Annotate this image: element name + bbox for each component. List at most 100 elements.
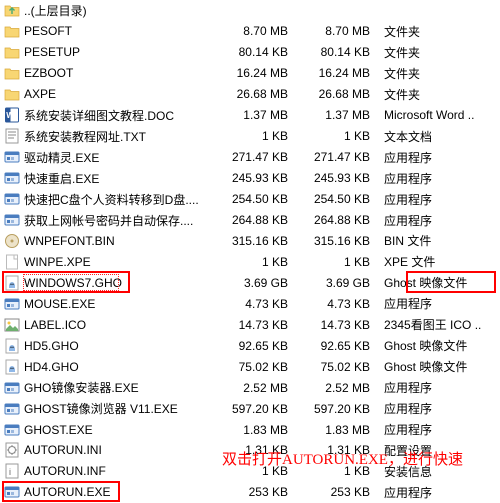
file-row[interactable]: iAUTORUN.INF1 KB1 KB安装信息 bbox=[0, 461, 500, 482]
file-size-2: 75.02 KB bbox=[298, 360, 380, 374]
exe-icon bbox=[4, 380, 20, 396]
file-row[interactable]: PESOFT8.70 MB8.70 MB文件夹 bbox=[0, 21, 500, 42]
file-name: 系统安装详细图文教程.DOC bbox=[24, 107, 216, 124]
file-type: Ghost 映像文件 bbox=[380, 274, 500, 291]
file-size: 4.73 KB bbox=[216, 297, 298, 311]
file-row[interactable]: 快速重启.EXE245.93 KB245.93 KB应用程序 bbox=[0, 168, 500, 189]
file-row[interactable]: WINDOWS7.GHO3.69 GB3.69 GBGhost 映像文件 bbox=[0, 272, 500, 293]
file-size: 253 KB bbox=[216, 485, 298, 499]
file-row[interactable]: EZBOOT16.24 MB16.24 MB文件夹 bbox=[0, 63, 500, 84]
file-name: 获取上网帐号密码并自动保存.... bbox=[24, 212, 216, 229]
blank-icon bbox=[4, 254, 20, 270]
file-size: 3.69 GB bbox=[216, 276, 298, 290]
file-type: 文本文档 bbox=[380, 128, 500, 145]
file-row[interactable]: LABEL.ICO14.73 KB14.73 KB2345看图王 ICO .. bbox=[0, 314, 500, 335]
file-size-2: 1.83 MB bbox=[298, 423, 380, 437]
file-size-2: 597.20 KB bbox=[298, 402, 380, 416]
file-size-2: 1 KB bbox=[298, 255, 380, 269]
exe-icon bbox=[4, 170, 20, 186]
exe-icon bbox=[4, 484, 20, 500]
file-type: 应用程序 bbox=[380, 295, 500, 312]
file-name: 系统安装教程网址.TXT bbox=[24, 128, 216, 145]
gho-icon bbox=[4, 275, 20, 291]
file-name: GHOST镜像浏览器 V11.EXE bbox=[24, 400, 216, 417]
file-row[interactable]: 系统安装教程网址.TXT1 KB1 KB文本文档 bbox=[0, 126, 500, 147]
file-type: 安装信息 bbox=[380, 463, 500, 480]
inf-icon: i bbox=[4, 463, 20, 479]
file-size-2: 4.73 KB bbox=[298, 297, 380, 311]
file-name: GHO镜像安装器.EXE bbox=[24, 379, 216, 396]
file-row[interactable]: 快速把C盘个人资料转移到D盘....254.50 KB254.50 KB应用程序 bbox=[0, 189, 500, 210]
file-size: 271.47 KB bbox=[216, 150, 298, 164]
file-row[interactable]: WINPE.XPE1 KB1 KBXPE 文件 bbox=[0, 251, 500, 272]
svg-text:W: W bbox=[6, 111, 14, 120]
file-row[interactable]: AXPE26.68 MB26.68 MB文件夹 bbox=[0, 84, 500, 105]
file-name: WINDOWS7.GHO bbox=[24, 276, 216, 290]
file-name: AUTORUN.EXE bbox=[24, 485, 216, 499]
file-size: 264.88 KB bbox=[216, 213, 298, 227]
file-size-2: 264.88 KB bbox=[298, 213, 380, 227]
file-name: WNPEFONT.BIN bbox=[24, 234, 216, 248]
file-size-2: 245.93 KB bbox=[298, 171, 380, 185]
file-size-2: 1 KB bbox=[298, 464, 380, 478]
file-row[interactable]: AUTORUN.EXE253 KB253 KB应用程序 bbox=[0, 482, 500, 503]
file-size: 597.20 KB bbox=[216, 402, 298, 416]
file-row[interactable]: GHOST镜像浏览器 V11.EXE597.20 KB597.20 KB应用程序 bbox=[0, 398, 500, 419]
file-size: 1 KB bbox=[216, 129, 298, 143]
file-size-2: 1.31 KB bbox=[298, 443, 380, 457]
file-row[interactable]: 驱动精灵.EXE271.47 KB271.47 KB应用程序 bbox=[0, 147, 500, 168]
file-name: GHOST.EXE bbox=[24, 423, 216, 437]
file-size: 2.52 MB bbox=[216, 381, 298, 395]
file-list[interactable]: ..(上层目录)PESOFT8.70 MB8.70 MB文件夹PESETUP80… bbox=[0, 0, 500, 503]
folder-icon bbox=[4, 86, 20, 102]
file-size-2: 16.24 MB bbox=[298, 66, 380, 80]
file-row[interactable]: ..(上层目录) bbox=[0, 0, 500, 21]
file-name: MOUSE.EXE bbox=[24, 297, 216, 311]
file-name: HD4.GHO bbox=[24, 360, 216, 374]
file-type: 应用程序 bbox=[380, 191, 500, 208]
file-type: 应用程序 bbox=[380, 379, 500, 396]
file-type: Ghost 映像文件 bbox=[380, 358, 500, 375]
file-row[interactable]: 获取上网帐号密码并自动保存....264.88 KB264.88 KB应用程序 bbox=[0, 210, 500, 231]
file-size: 254.50 KB bbox=[216, 192, 298, 206]
file-row[interactable]: MOUSE.EXE4.73 KB4.73 KB应用程序 bbox=[0, 293, 500, 314]
file-row[interactable]: GHOST.EXE1.83 MB1.83 MB应用程序 bbox=[0, 419, 500, 440]
file-size: 315.16 KB bbox=[216, 234, 298, 248]
file-type: BIN 文件 bbox=[380, 232, 500, 249]
file-name: LABEL.ICO bbox=[24, 318, 216, 332]
bin-icon bbox=[4, 233, 20, 249]
file-size-2: 26.68 MB bbox=[298, 87, 380, 101]
file-name: AXPE bbox=[24, 87, 216, 101]
file-size: 8.70 MB bbox=[216, 24, 298, 38]
file-row[interactable]: AUTORUN.INI1.31 KB1.31 KB配置设置 bbox=[0, 440, 500, 461]
file-size: 14.73 KB bbox=[216, 318, 298, 332]
file-name: PESETUP bbox=[24, 45, 216, 59]
txt-icon bbox=[4, 128, 20, 144]
file-row[interactable]: W系统安装详细图文教程.DOC1.37 MB1.37 MBMicrosoft W… bbox=[0, 105, 500, 126]
file-type: Microsoft Word .. bbox=[380, 108, 500, 122]
folder-icon bbox=[4, 65, 20, 81]
file-type: 应用程序 bbox=[380, 149, 500, 166]
exe-icon bbox=[4, 422, 20, 438]
file-name: 快速重启.EXE bbox=[24, 170, 216, 187]
file-size: 26.68 MB bbox=[216, 87, 298, 101]
file-row[interactable]: HD4.GHO75.02 KB75.02 KBGhost 映像文件 bbox=[0, 356, 500, 377]
file-name: 驱动精灵.EXE bbox=[24, 149, 216, 166]
word-icon: W bbox=[4, 107, 20, 123]
file-size: 92.65 KB bbox=[216, 339, 298, 353]
file-name: AUTORUN.INF bbox=[24, 464, 216, 478]
file-row[interactable]: GHO镜像安装器.EXE2.52 MB2.52 MB应用程序 bbox=[0, 377, 500, 398]
file-type: XPE 文件 bbox=[380, 253, 500, 270]
file-name: AUTORUN.INI bbox=[24, 443, 216, 457]
file-row[interactable]: PESETUP80.14 KB80.14 KB文件夹 bbox=[0, 42, 500, 63]
file-row[interactable]: WNPEFONT.BIN315.16 KB315.16 KBBIN 文件 bbox=[0, 230, 500, 251]
file-row[interactable]: HD5.GHO92.65 KB92.65 KBGhost 映像文件 bbox=[0, 335, 500, 356]
file-size-2: 92.65 KB bbox=[298, 339, 380, 353]
file-type: 应用程序 bbox=[380, 400, 500, 417]
file-type: 应用程序 bbox=[380, 170, 500, 187]
exe-icon bbox=[4, 401, 20, 417]
ini-icon bbox=[4, 442, 20, 458]
file-type: 文件夹 bbox=[380, 86, 500, 103]
file-size: 75.02 KB bbox=[216, 360, 298, 374]
file-size-2: 253 KB bbox=[298, 485, 380, 499]
